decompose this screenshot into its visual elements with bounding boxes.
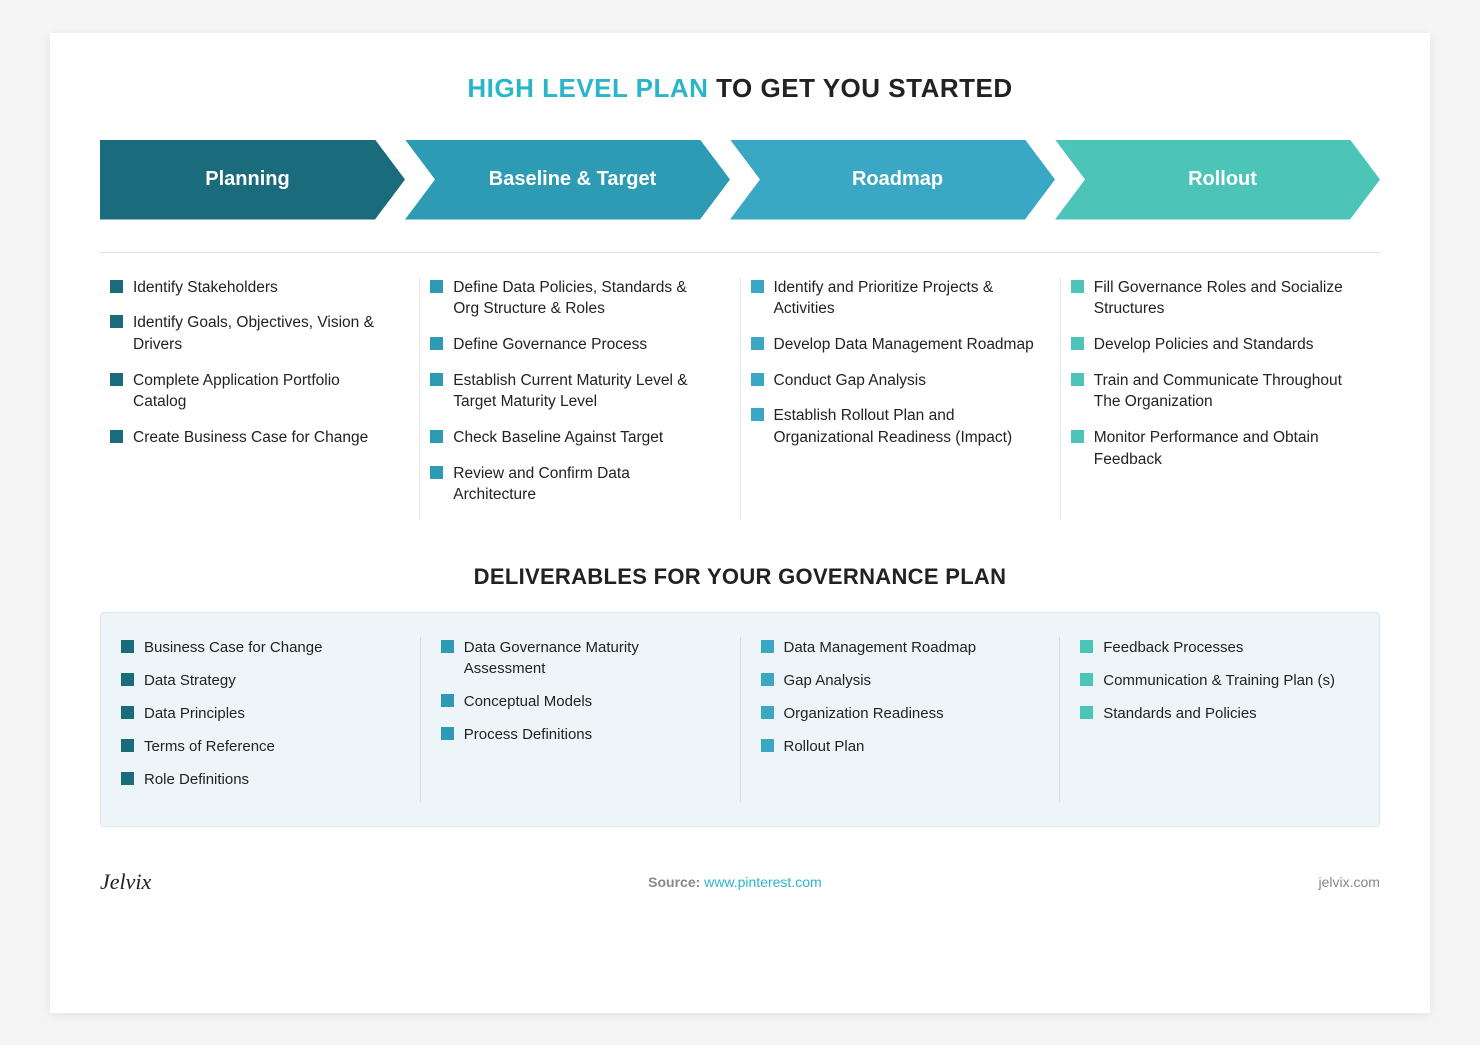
list-item: Review and Confirm Data Architecture (430, 463, 715, 506)
footer-right: jelvix.com (1319, 874, 1380, 890)
bullet-icon (430, 466, 443, 479)
deliverables-planning-list: Business Case for Change Data Strategy D… (121, 637, 400, 790)
list-item: Rollout Plan (761, 736, 1040, 757)
deliverables-col-roadmap: Data Management Roadmap Gap Analysis Org… (741, 637, 1061, 802)
arrow-baseline: Baseline & Target (405, 140, 730, 220)
baseline-list: Define Data Policies, Standards & Org St… (430, 277, 715, 507)
footer: Jelvix Source: www.pinterest.com jelvix.… (100, 859, 1380, 895)
bullet-icon (441, 640, 454, 653)
deliverables-col-baseline: Data Governance Maturity Assessment Conc… (421, 637, 741, 802)
list-item: Identify and Prioritize Projects & Activ… (751, 277, 1036, 320)
list-item: Check Baseline Against Target (430, 427, 715, 449)
bullet-icon (110, 430, 123, 443)
bullet-icon (761, 640, 774, 653)
footer-source: Source: www.pinterest.com (648, 874, 822, 890)
bullet-icon (441, 727, 454, 740)
bullet-icon (430, 280, 443, 293)
bullet-icon (761, 706, 774, 719)
bullet-icon (121, 706, 134, 719)
list-item: Train and Communicate Throughout The Org… (1071, 370, 1356, 413)
arrow-roadmap: Roadmap (730, 140, 1055, 220)
list-item: Establish Current Maturity Level & Targe… (430, 370, 715, 413)
arrow-planning: Planning (100, 140, 405, 220)
deliverables-col-rollout: Feedback Processes Communication & Train… (1060, 637, 1379, 802)
list-item: Monitor Performance and Obtain Feedback (1071, 427, 1356, 470)
title-highlight: HIGH LEVEL PLAN (467, 73, 708, 103)
planning-list: Identify Stakeholders Identify Goals, Ob… (110, 277, 395, 449)
bullet-icon (110, 280, 123, 293)
list-item: Business Case for Change (121, 637, 400, 658)
bullet-icon (110, 315, 123, 328)
list-item: Define Data Policies, Standards & Org St… (430, 277, 715, 320)
content-col-planning: Identify Stakeholders Identify Goals, Ob… (100, 277, 420, 521)
bullet-icon (430, 373, 443, 386)
bullet-icon (1071, 337, 1084, 350)
list-item: Establish Rollout Plan and Organizationa… (751, 405, 1036, 448)
list-item: Complete Application Portfolio Catalog (110, 370, 395, 413)
arrow-rollout: Rollout (1055, 140, 1380, 220)
content-col-baseline: Define Data Policies, Standards & Org St… (420, 277, 740, 521)
deliverables-row: Business Case for Change Data Strategy D… (100, 612, 1380, 827)
bullet-icon (1080, 640, 1093, 653)
rollout-list: Fill Governance Roles and Socialize Stru… (1071, 277, 1356, 471)
bullet-icon (1080, 673, 1093, 686)
list-item: Communication & Training Plan (s) (1080, 670, 1359, 691)
deliverables-col-planning: Business Case for Change Data Strategy D… (101, 637, 421, 802)
bullet-icon (121, 772, 134, 785)
content-col-roadmap: Identify and Prioritize Projects & Activ… (741, 277, 1061, 521)
footer-logo: Jelvix (100, 869, 151, 895)
bullet-icon (751, 408, 764, 421)
bullet-icon (761, 673, 774, 686)
list-item: Create Business Case for Change (110, 427, 395, 449)
deliverables-baseline-list: Data Governance Maturity Assessment Conc… (441, 637, 720, 745)
bullet-icon (121, 739, 134, 752)
deliverables-roadmap-list: Data Management Roadmap Gap Analysis Org… (761, 637, 1040, 757)
title-rest: TO GET YOU STARTED (708, 73, 1012, 103)
page: HIGH LEVEL PLAN TO GET YOU STARTED Plann… (50, 33, 1430, 1013)
bullet-icon (761, 739, 774, 752)
list-item: Gap Analysis (761, 670, 1040, 691)
bullet-icon (1071, 430, 1084, 443)
list-item: Define Governance Process (430, 334, 715, 356)
list-item: Fill Governance Roles and Socialize Stru… (1071, 277, 1356, 320)
roadmap-list: Identify and Prioritize Projects & Activ… (751, 277, 1036, 449)
deliverables-rollout-list: Feedback Processes Communication & Train… (1080, 637, 1359, 724)
bullet-icon (121, 640, 134, 653)
list-item: Terms of Reference (121, 736, 400, 757)
bullet-icon (430, 430, 443, 443)
list-item: Process Definitions (441, 724, 720, 745)
bullet-icon (441, 694, 454, 707)
list-item: Conceptual Models (441, 691, 720, 712)
bullet-icon (751, 337, 764, 350)
list-item: Identify Stakeholders (110, 277, 395, 299)
list-item: Develop Data Management Roadmap (751, 334, 1036, 356)
bullet-icon (430, 337, 443, 350)
list-item: Data Management Roadmap (761, 637, 1040, 658)
bullet-icon (751, 373, 764, 386)
list-item: Conduct Gap Analysis (751, 370, 1036, 392)
arrow-banner-row: Planning Baseline & Target Roadmap Rollo… (100, 140, 1380, 220)
bullet-icon (751, 280, 764, 293)
list-item: Data Governance Maturity Assessment (441, 637, 720, 679)
bullet-icon (1080, 706, 1093, 719)
list-item: Data Principles (121, 703, 400, 724)
list-item: Organization Readiness (761, 703, 1040, 724)
list-item: Identify Goals, Objectives, Vision & Dri… (110, 312, 395, 355)
list-item: Develop Policies and Standards (1071, 334, 1356, 356)
list-item: Data Strategy (121, 670, 400, 691)
content-col-rollout: Fill Governance Roles and Socialize Stru… (1061, 277, 1380, 521)
bullet-icon (121, 673, 134, 686)
bullet-icon (1071, 373, 1084, 386)
content-row: Identify Stakeholders Identify Goals, Ob… (100, 252, 1380, 521)
list-item: Role Definitions (121, 769, 400, 790)
bullet-icon (110, 373, 123, 386)
bullet-icon (1071, 280, 1084, 293)
list-item: Standards and Policies (1080, 703, 1359, 724)
page-title: HIGH LEVEL PLAN TO GET YOU STARTED (100, 73, 1380, 104)
list-item: Feedback Processes (1080, 637, 1359, 658)
deliverables-title: DELIVERABLES FOR YOUR GOVERNANCE PLAN (100, 564, 1380, 590)
